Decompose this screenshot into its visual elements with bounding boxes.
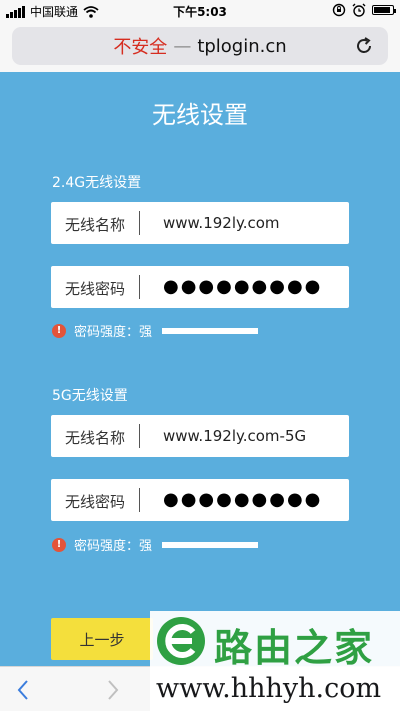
field-divider (139, 211, 140, 235)
prev-step-button[interactable]: 上一步 (51, 618, 153, 660)
ssid-field-24g[interactable]: 无线名称 www.192ly.com (51, 202, 349, 244)
insecure-label: 不安全 (113, 37, 168, 58)
ssid-label-24g: 无线名称 (65, 216, 126, 234)
watermark-url: www.hhhyh.com (156, 673, 382, 704)
status-bar: 中国联通 下午5:03 (0, 0, 400, 22)
address-host: tplogin.cn (197, 35, 287, 57)
strength-label-5g: 密码强度：强 (74, 539, 153, 554)
forward-icon[interactable] (106, 679, 120, 701)
strength-row-24g: ! 密码强度：强 (52, 321, 259, 340)
strength-label-24g: 密码强度：强 (74, 325, 153, 340)
field-divider (139, 275, 140, 299)
strength-bar-24g (162, 327, 259, 334)
watermark-name: 路由之家 (214, 626, 375, 670)
ssid-value-5g[interactable]: www.192ly.com-5G (163, 427, 306, 445)
address-separator: — (173, 35, 192, 57)
page-title: 无线设置 (152, 101, 248, 129)
password-field-5g[interactable]: 无线密码 ●●●●●●●●● (51, 479, 349, 521)
alarm-icon (352, 3, 366, 17)
ssid-value-24g[interactable]: www.192ly.com (163, 214, 280, 232)
watermark: 路由之家 www.hhhyh.com (150, 611, 400, 711)
address-bar[interactable]: 不安全 — tplogin.cn (12, 27, 388, 65)
rotation-lock-icon (332, 3, 346, 17)
password-label-5g: 无线密码 (65, 493, 126, 511)
address-bar-area: 不安全 — tplogin.cn (0, 22, 400, 72)
password-value-24g[interactable]: ●●●●●●●●● (163, 276, 322, 297)
battery-icon (372, 5, 396, 15)
ssid-label-5g: 无线名称 (65, 429, 126, 447)
field-divider (139, 488, 140, 512)
warning-icon: ! (52, 537, 66, 552)
reload-icon[interactable] (354, 36, 374, 56)
back-icon[interactable] (16, 679, 30, 701)
battery-fill (374, 7, 391, 13)
ssid-field-5g[interactable]: 无线名称 www.192ly.com-5G (51, 415, 349, 457)
status-right (332, 3, 396, 17)
strength-bar-5g (162, 541, 259, 548)
strength-row-5g: ! 密码强度：强 (52, 535, 259, 554)
section-title-24g: 2.4G无线设置 (52, 175, 142, 191)
password-label-24g: 无线密码 (65, 280, 126, 298)
password-value-5g[interactable]: ●●●●●●●●● (163, 489, 322, 510)
router-home-logo-icon (157, 617, 205, 665)
section-title-5g: 5G无线设置 (52, 388, 128, 404)
field-divider (139, 424, 140, 448)
warning-icon: ! (52, 323, 66, 338)
password-field-24g[interactable]: 无线密码 ●●●●●●●●● (51, 266, 349, 308)
